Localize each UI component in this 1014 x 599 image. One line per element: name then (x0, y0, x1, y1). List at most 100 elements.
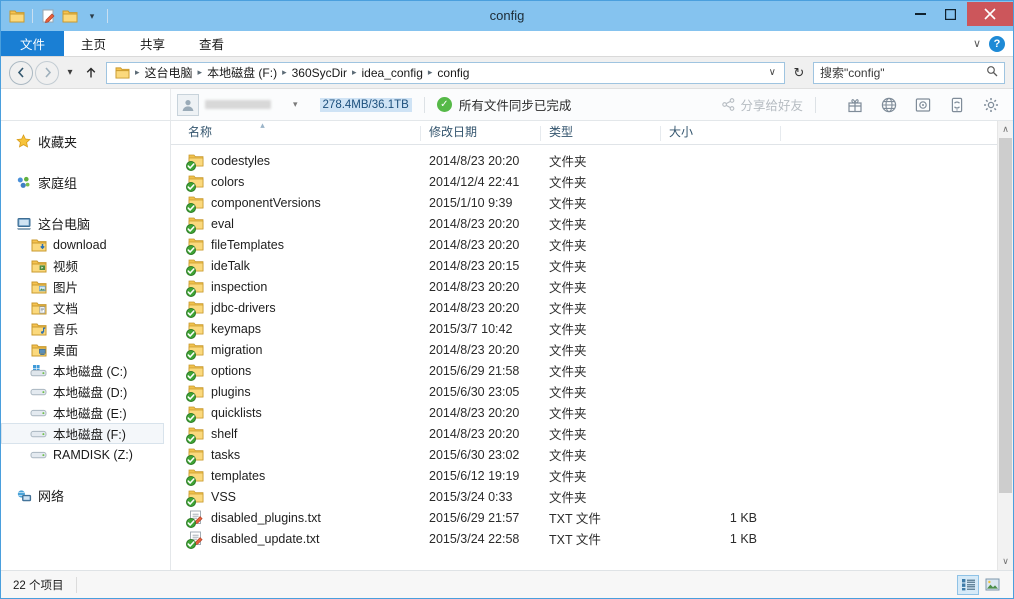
scrollbar-thumb[interactable] (999, 138, 1012, 493)
sidebar-item-drive-d[interactable]: 本地磁盘 (D:) (1, 381, 170, 402)
gear-icon[interactable] (982, 96, 999, 113)
column-header-type[interactable]: 类型 (541, 123, 661, 144)
search-icon[interactable] (986, 65, 998, 80)
file-name-cell[interactable]: disabled_plugins.txt (171, 510, 421, 526)
folder-icon[interactable] (7, 6, 27, 26)
table-row[interactable]: quicklists2014/8/23 20:20文件夹 (171, 402, 1013, 423)
table-row[interactable]: keymaps2015/3/7 10:42文件夹 (171, 318, 1013, 339)
table-row[interactable]: disabled_update.txt2015/3/24 22:58TXT 文件… (171, 528, 1013, 549)
help-icon[interactable]: ? (989, 36, 1005, 52)
sidebar-item-homegroup[interactable]: 家庭组 (1, 172, 170, 193)
table-row[interactable]: colors2014/12/4 22:41文件夹 (171, 171, 1013, 192)
table-row[interactable]: options2015/6/29 21:58文件夹 (171, 360, 1013, 381)
sidebar-item-favorites[interactable]: 收藏夹 (1, 131, 170, 152)
scrollbar-track[interactable] (998, 138, 1013, 553)
breadcrumb-item-4[interactable]: config (433, 66, 473, 80)
file-name-cell[interactable]: tasks (171, 447, 421, 463)
tab-home[interactable]: 主页 (64, 31, 123, 56)
file-name-cell[interactable]: codestyles (171, 153, 421, 169)
details-view-button[interactable] (957, 575, 979, 595)
file-name-cell[interactable]: quicklists (171, 405, 421, 421)
sidebar-item-drive-f[interactable]: 本地磁盘 (F:) (1, 423, 164, 444)
table-row[interactable]: jdbc-drivers2014/8/23 20:20文件夹 (171, 297, 1013, 318)
breadcrumb-root-icon[interactable] (111, 66, 134, 80)
close-button[interactable] (967, 2, 1013, 26)
sidebar-item-drive-c[interactable]: 本地磁盘 (C:) (1, 360, 170, 381)
sidebar-item-documents[interactable]: 文档 (1, 297, 170, 318)
file-name-cell[interactable]: disabled_update.txt (171, 531, 421, 547)
file-name-cell[interactable]: fileTemplates (171, 237, 421, 253)
scroll-down-button[interactable]: ∨ (998, 553, 1013, 570)
file-name-cell[interactable]: ideTalk (171, 258, 421, 274)
thumbnails-view-button[interactable] (981, 575, 1003, 595)
file-name-cell[interactable]: options (171, 363, 421, 379)
back-button[interactable] (9, 61, 33, 85)
table-row[interactable]: ideTalk2014/8/23 20:15文件夹 (171, 255, 1013, 276)
new-folder-icon[interactable] (38, 6, 58, 26)
file-name-cell[interactable]: jdbc-drivers (171, 300, 421, 316)
file-name-cell[interactable]: keymaps (171, 321, 421, 337)
table-row[interactable]: tasks2015/6/30 23:02文件夹 (171, 444, 1013, 465)
table-row[interactable]: codestyles2014/8/23 20:20文件夹 (171, 150, 1013, 171)
globe-icon[interactable] (880, 96, 897, 113)
maximize-button[interactable] (935, 2, 965, 26)
chevron-down-icon[interactable]: ∨ (973, 37, 981, 50)
sidebar-item-videos[interactable]: 视频 (1, 255, 170, 276)
file-name-cell[interactable]: shelf (171, 426, 421, 442)
tab-file[interactable]: 文件 (1, 31, 64, 56)
file-name-cell[interactable]: inspection (171, 279, 421, 295)
file-name-cell[interactable]: eval (171, 216, 421, 232)
breadcrumb-item-0[interactable]: 这台电脑 (141, 64, 197, 81)
table-row[interactable]: fileTemplates2014/8/23 20:20文件夹 (171, 234, 1013, 255)
recent-locations-button[interactable]: ▾ (61, 62, 79, 84)
breadcrumb[interactable]: ▸ 这台电脑 ▸ 本地磁盘 (F:) ▸ 360SycDir ▸ idea_co… (106, 62, 785, 84)
search-input[interactable]: 搜索"config" (813, 62, 1005, 84)
sidebar-item-ramdisk-z[interactable]: RAMDISK (Z:) (1, 444, 170, 465)
sidebar-item-drive-e[interactable]: 本地磁盘 (E:) (1, 402, 170, 423)
scroll-up-button[interactable]: ∧ (998, 121, 1013, 138)
column-header-date[interactable]: 修改日期 (421, 123, 541, 144)
sidebar-item-desktop[interactable]: 桌面 (1, 339, 170, 360)
tab-view[interactable]: 查看 (182, 31, 241, 56)
up-button[interactable] (81, 62, 101, 84)
file-name-cell[interactable]: colors (171, 174, 421, 190)
column-header-size[interactable]: 大小 (661, 123, 781, 144)
safebox-icon[interactable] (914, 96, 931, 113)
table-row[interactable]: disabled_plugins.txt2015/6/29 21:57TXT 文… (171, 507, 1013, 528)
breadcrumb-item-2[interactable]: 360SycDir (288, 66, 351, 80)
table-row[interactable]: componentVersions2015/1/10 9:39文件夹 (171, 192, 1013, 213)
breadcrumb-item-3[interactable]: idea_config (358, 66, 427, 80)
gift-icon[interactable] (846, 96, 863, 113)
table-row[interactable]: migration2014/8/23 20:20文件夹 (171, 339, 1013, 360)
minimize-button[interactable] (905, 2, 935, 26)
table-row[interactable]: eval2014/8/23 20:20文件夹 (171, 213, 1013, 234)
breadcrumb-dropdown-icon[interactable]: ∨ (763, 67, 782, 78)
file-name-cell[interactable]: plugins (171, 384, 421, 400)
customize-chevron-icon[interactable]: ▾ (82, 6, 102, 26)
properties-icon[interactable] (60, 6, 80, 26)
table-row[interactable]: templates2015/6/12 19:19文件夹 (171, 465, 1013, 486)
file-name-cell[interactable]: componentVersions (171, 195, 421, 211)
table-row[interactable]: VSS2015/3/24 0:33文件夹 (171, 486, 1013, 507)
phone-sync-icon[interactable] (948, 96, 965, 113)
vertical-scrollbar[interactable]: ∧ ∨ (997, 121, 1013, 570)
sidebar-item-pictures[interactable]: 图片 (1, 276, 170, 297)
tab-share[interactable]: 共享 (123, 31, 182, 56)
sidebar-item-music[interactable]: 音乐 (1, 318, 170, 339)
account-menu[interactable]: ▾ (171, 94, 298, 116)
sidebar-item-network[interactable]: 网络 (1, 485, 170, 506)
column-header-name[interactable]: 名称 (171, 123, 421, 144)
table-row[interactable]: shelf2014/8/23 20:20文件夹 (171, 423, 1013, 444)
sidebar-item-download[interactable]: download (1, 234, 170, 255)
file-name-cell[interactable]: migration (171, 342, 421, 358)
table-row[interactable]: plugins2015/6/30 23:05文件夹 (171, 381, 1013, 402)
chevron-down-icon[interactable]: ▾ (293, 99, 298, 110)
file-name-cell[interactable]: templates (171, 468, 421, 484)
file-name-cell[interactable]: VSS (171, 489, 421, 505)
refresh-icon[interactable]: ↻ (787, 62, 811, 84)
breadcrumb-item-1[interactable]: 本地磁盘 (F:) (203, 64, 281, 81)
table-row[interactable]: inspection2014/8/23 20:20文件夹 (171, 276, 1013, 297)
forward-button[interactable] (35, 61, 59, 85)
share-button[interactable]: 分享给好友 (722, 95, 803, 114)
sidebar-item-this-pc[interactable]: 这台电脑 (1, 213, 170, 234)
